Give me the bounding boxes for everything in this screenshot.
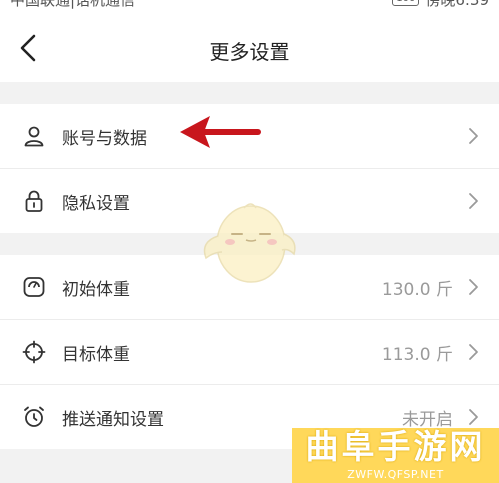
status-bar: 中国联通|话机通信 100 傍晚6:39: [0, 0, 499, 10]
target-weight-label: 目标体重: [62, 344, 130, 365]
mascot-watermark-icon: [203, 203, 296, 283]
status-right: 100 傍晚6:39: [392, 0, 489, 10]
notifications-label: 推送通知设置: [62, 409, 164, 430]
target-weight-value: 113.0 斤: [381, 344, 453, 365]
initial-weight-label: 初始体重: [62, 279, 130, 300]
carrier-label: 中国联通|话机通信: [10, 0, 135, 10]
section-divider: [0, 82, 499, 104]
scale-icon: [23, 277, 45, 297]
watermark-title: 曲阜手游网: [305, 427, 486, 466]
battery-indicator: 100: [392, 0, 420, 6]
initial-weight-value: 130.0 斤: [381, 279, 453, 300]
privacy-label: 隐私设置: [62, 193, 130, 214]
alarm-clock-icon: [24, 406, 44, 427]
page-title: 更多设置: [209, 40, 290, 64]
target-icon: [22, 340, 46, 364]
clock: 傍晚6:39: [425, 0, 489, 10]
user-icon: [24, 126, 44, 147]
settings-row-target-weight[interactable]: 目标体重 113.0 斤: [0, 320, 499, 384]
chevron-right-icon: [469, 279, 478, 295]
chevron-right-icon: [469, 193, 478, 209]
lock-icon: [25, 190, 43, 212]
watermark-url: ZWFW.QFSP.NET: [347, 468, 444, 481]
chevron-right-icon: [469, 344, 478, 360]
navigation-bar: 更多设置: [0, 10, 499, 82]
annotation-arrow-icon: [180, 116, 261, 148]
chevron-right-icon: [469, 128, 478, 144]
account-label: 账号与数据: [62, 128, 147, 149]
